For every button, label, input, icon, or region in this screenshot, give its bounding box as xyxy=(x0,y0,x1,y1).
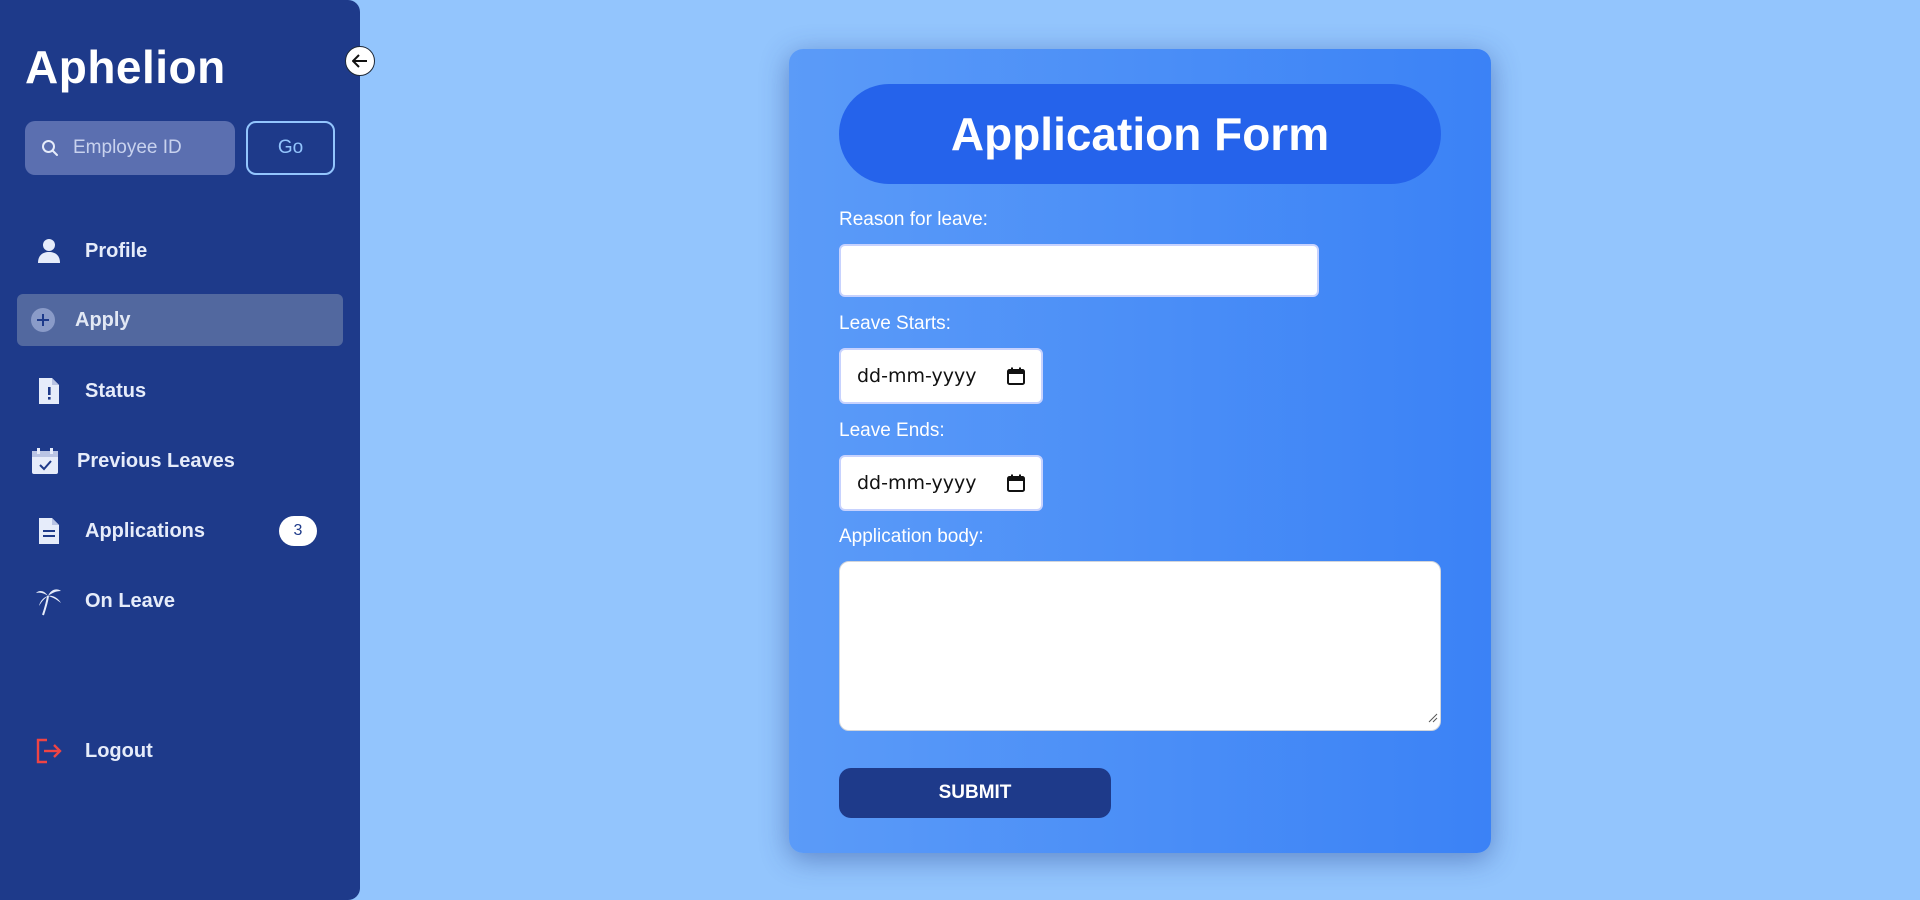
sidebar-item-apply[interactable]: Apply xyxy=(17,294,343,346)
sidebar: Aphelion Go Profile Apply Status Previou… xyxy=(0,0,360,900)
sidebar-item-profile[interactable]: Profile xyxy=(17,225,343,277)
date-placeholder: dd-mm-yyyy xyxy=(857,365,977,387)
sidebar-item-label: Profile xyxy=(85,239,148,262)
leave-start-date-input[interactable]: dd-mm-yyyy xyxy=(839,348,1043,404)
sidebar-item-label: Status xyxy=(85,379,147,402)
arrow-left-icon xyxy=(352,54,368,68)
employee-id-input[interactable] xyxy=(73,137,213,159)
sidebar-item-label: On Leave xyxy=(85,589,176,612)
sidebar-item-on-leave[interactable]: On Leave xyxy=(17,575,343,627)
app-title: Aphelion xyxy=(25,41,226,93)
search-icon xyxy=(41,139,59,157)
leave-end-label: Leave Ends: xyxy=(839,420,945,441)
employee-search xyxy=(25,121,235,175)
logout-button[interactable]: Logout xyxy=(17,725,343,777)
applications-count-badge: 3 xyxy=(279,516,317,546)
sidebar-item-label: Logout xyxy=(85,739,153,762)
go-button[interactable]: Go xyxy=(246,121,335,175)
calendar-icon[interactable] xyxy=(1007,367,1025,385)
plus-circle-icon xyxy=(27,307,59,333)
sidebar-item-label: Apply xyxy=(75,308,131,331)
sidebar-item-label: Previous Leaves xyxy=(77,449,235,472)
palm-tree-icon xyxy=(33,586,65,616)
form-title: Application Form xyxy=(839,84,1441,184)
resize-handle-icon[interactable] xyxy=(1428,710,1438,728)
leave-end-date-input[interactable]: dd-mm-yyyy xyxy=(839,455,1043,511)
collapse-sidebar-button[interactable] xyxy=(345,46,375,76)
reason-label: Reason for leave: xyxy=(839,209,988,230)
document-icon xyxy=(33,517,65,545)
sidebar-item-status[interactable]: Status xyxy=(17,365,343,417)
sidebar-item-previous-leaves[interactable]: Previous Leaves xyxy=(17,435,343,487)
calendar-icon[interactable] xyxy=(1007,474,1025,492)
application-form-card: Application Form Reason for leave: Leave… xyxy=(789,49,1491,853)
user-icon xyxy=(33,238,65,264)
sidebar-item-applications[interactable]: Applications 3 xyxy=(17,505,343,557)
leave-start-label: Leave Starts: xyxy=(839,313,951,334)
sidebar-item-label: Applications xyxy=(85,519,206,542)
logout-icon xyxy=(33,738,65,764)
file-alert-icon xyxy=(33,377,65,405)
date-placeholder: dd-mm-yyyy xyxy=(857,472,977,494)
application-body-label: Application body: xyxy=(839,526,984,547)
application-body-textarea[interactable] xyxy=(839,561,1441,731)
submit-button[interactable]: SUBMIT xyxy=(839,768,1111,818)
calendar-check-icon xyxy=(29,447,61,475)
reason-input[interactable] xyxy=(839,244,1319,297)
